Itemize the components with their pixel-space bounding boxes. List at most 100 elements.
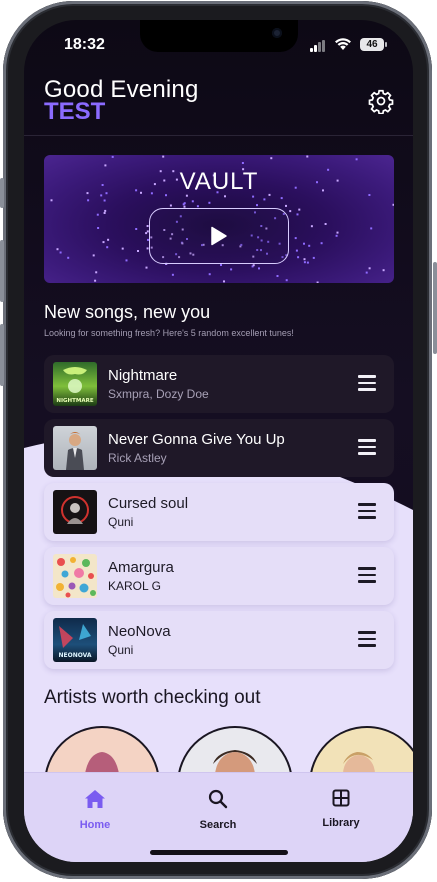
song-row-amargura[interactable]: Amargura KAROL G (44, 547, 394, 605)
vault-sparkle (270, 157, 273, 160)
vault-sparkle (125, 259, 128, 262)
vault-sparkle (306, 155, 309, 158)
vault-sparkle (103, 199, 106, 202)
song-artist: Quni (108, 643, 134, 657)
song-title: Cursed soul (108, 495, 189, 512)
library-icon (332, 789, 350, 807)
new-songs-title: New songs, new you (44, 302, 211, 322)
vault-sparkle (223, 280, 225, 283)
vault-sparkle (289, 210, 292, 213)
vault-sparkle (368, 267, 371, 270)
tab-label-search: Search (199, 819, 237, 831)
tab-label-library: Library (322, 817, 360, 829)
neonova-cover-lettering: NEONOVA (58, 652, 91, 659)
vault-sparkle (252, 264, 255, 267)
vault-sparkle (135, 228, 138, 230)
home-icon (85, 790, 105, 808)
vault-sparkle (220, 264, 222, 266)
song-row-neonova[interactable]: NEONOVA NeoNova Quni (44, 611, 394, 669)
menu-icon[interactable] (358, 631, 376, 647)
bottom-tab-bar: Home Search Library (24, 772, 413, 862)
vault-sparkle (171, 273, 174, 276)
vault-title: VAULT (179, 168, 259, 195)
vault-sparkle (297, 256, 300, 259)
vault-sparkle (92, 254, 95, 257)
status-time: 18:32 (64, 36, 105, 53)
vault-sparkle (50, 199, 53, 202)
menu-icon[interactable] (358, 503, 376, 519)
vault-sparkle (294, 237, 297, 240)
mute-switch (0, 178, 4, 208)
vault-sparkle (102, 241, 105, 244)
vault-sparkle (336, 231, 339, 234)
song-artist: Rick Astley (108, 451, 167, 465)
song-row-never-gonna-give-you-up[interactable]: Never Gonna Give You Up Rick Astley (44, 419, 394, 477)
song-row-cursed-soul[interactable]: Cursed soul Quni (44, 483, 394, 541)
artists-section-title: Artists worth checking out (44, 687, 261, 708)
tab-library[interactable]: Library (301, 789, 381, 829)
vault-sparkle (370, 227, 373, 230)
vault-sparkle (145, 232, 148, 235)
gear-icon[interactable] (368, 88, 394, 114)
volume-up-button (0, 240, 4, 302)
menu-icon[interactable] (358, 439, 376, 455)
vault-sparkle (107, 238, 110, 241)
vault-sparkle (104, 209, 107, 212)
vault-sparkle (324, 223, 327, 225)
vault-sparkle (94, 279, 97, 282)
vault-sparkle (256, 204, 258, 207)
menu-icon[interactable] (358, 375, 376, 391)
vault-sparkle (258, 267, 260, 270)
vault-sparkle (230, 268, 233, 271)
search-icon (208, 789, 228, 809)
dynamic-island (140, 20, 298, 52)
vault-sparkle (392, 203, 394, 206)
vault-sparkle (335, 234, 338, 237)
song-artist: Sxmpra, Dozy Doe (108, 387, 209, 401)
volume-down-button (0, 324, 4, 386)
vault-sparkle (111, 155, 114, 158)
vault-sparkle (355, 158, 358, 161)
wifi-icon (335, 38, 351, 50)
vault-play-button[interactable] (149, 208, 289, 264)
vault-sparkle (382, 269, 385, 272)
vault-sparkle (145, 266, 148, 269)
vault-sparkle (104, 164, 107, 167)
song-artist: KAROL G (108, 579, 161, 593)
vault-sparkle (296, 213, 299, 216)
vault-sparkle (208, 273, 211, 276)
front-camera (272, 28, 282, 38)
battery-indicator: 46 (360, 38, 387, 51)
vault-sparkle (285, 279, 288, 282)
vault-banner[interactable]: VAULT (44, 155, 394, 283)
vault-sparkle (208, 201, 211, 204)
vault-sparkle (303, 242, 305, 245)
vault-sparkle (280, 197, 283, 200)
song-title: NeoNova (108, 623, 171, 640)
vault-sparkle (56, 248, 59, 251)
tab-label-home: Home (79, 819, 111, 831)
vault-sparkle (121, 247, 124, 250)
vault-sparkle (87, 199, 90, 202)
new-songs-subtitle: Looking for something fresh? Here's 5 ra… (44, 328, 294, 338)
album-cover-amargura (53, 554, 97, 598)
song-row-nightmare[interactable]: NIGHTMARE Nightmare Sxmpra, Dozy Doe (44, 355, 394, 413)
vault-sparkle (320, 242, 323, 245)
vault-sparkle (306, 261, 309, 264)
tab-home[interactable]: Home (55, 789, 135, 831)
album-cover-never-gonna-give-you-up (53, 426, 97, 470)
vault-sparkle (241, 162, 244, 164)
album-cover-nightmare: NIGHTMARE (53, 362, 97, 406)
vault-sparkle (310, 225, 313, 228)
song-title: Nightmare (108, 367, 178, 384)
menu-icon[interactable] (358, 567, 376, 583)
vault-sparkle (295, 249, 298, 252)
vault-sparkle (191, 200, 194, 203)
vault-sparkle (67, 256, 70, 259)
app-screen: 18:32 46 Good Evening TEST VAULT New son… (24, 20, 413, 862)
vault-sparkle (316, 281, 319, 283)
power-button (433, 262, 437, 354)
vault-sparkle (59, 251, 62, 254)
tab-search[interactable]: Search (178, 789, 258, 831)
vault-sparkle (308, 244, 311, 247)
